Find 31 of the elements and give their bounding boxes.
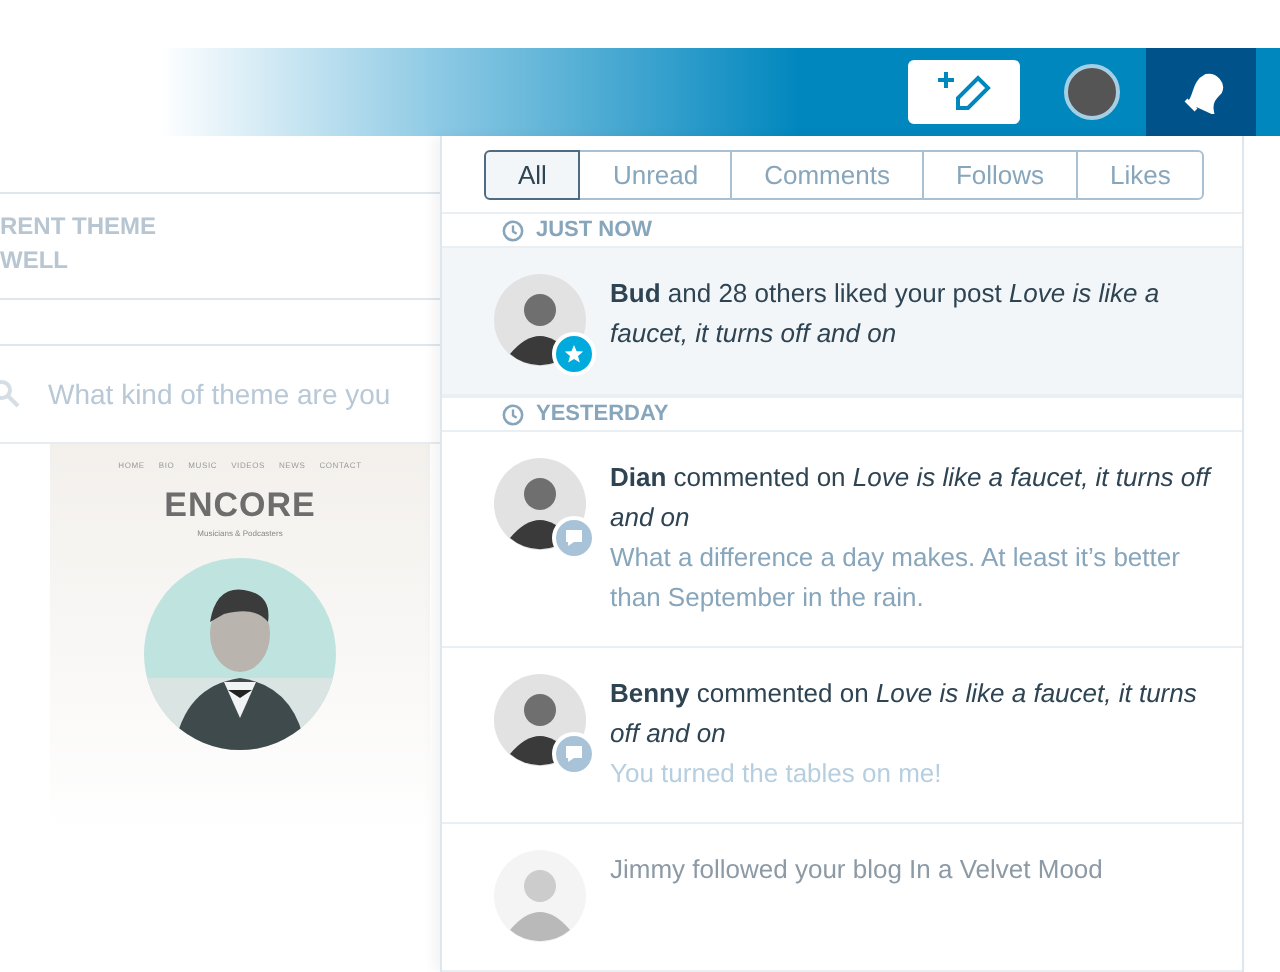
theme-label: RENT THEME <box>0 210 158 244</box>
user-avatar[interactable] <box>1064 64 1120 120</box>
write-button[interactable] <box>908 60 1020 124</box>
notification-row[interactable]: Bud and 28 others liked your post Love is like a faucet, it turns off and on <box>442 248 1242 396</box>
theme-label: WELL <box>0 244 70 278</box>
notification-text: Bud and 28 others liked your post Love is like a faucet, it turns off and on <box>610 276 1162 352</box>
filter-tab[interactable]: Comments <box>730 150 924 200</box>
section-heading: YESTERDAY <box>536 402 669 426</box>
theme-search-field[interactable]: What kind of theme are you <box>48 378 428 410</box>
filter-tab[interactable]: All <box>484 150 581 200</box>
notification-row[interactable]: Jimmy followed your blog In a Velvet Mood <box>442 824 1242 972</box>
notification-text: Dian commented on Love is like a faucet, it turns off and on <box>610 460 1214 536</box>
notification-text: Benny commented on Love is like a faucet, it turns off and on <box>610 676 1199 752</box>
filter-tab[interactable]: Unread <box>578 150 733 200</box>
notification-row[interactable]: Benny commented on Love is like a faucet, it turns off and on You turned the tables on me! <box>442 648 1242 824</box>
pencil-plus-icon <box>934 68 994 116</box>
filter-tab[interactable]: Likes <box>1076 150 1205 200</box>
text-field[interactable] <box>0 298 440 346</box>
user-avatar <box>494 850 586 942</box>
notification-row[interactable]: Dian commented on Love is like a faucet, it turns off and on What a difference a day makes. At least it’s better than September in the rain. <box>442 432 1242 648</box>
filter-tab[interactable]: Follows <box>921 150 1079 200</box>
star-badge-icon <box>552 332 596 376</box>
clock-icon <box>502 403 524 425</box>
section-heading: JUST NOW <box>536 218 653 242</box>
search-icon <box>0 380 20 408</box>
notification-text: Jimmy followed your blog In a Velvet Mood <box>610 852 1105 888</box>
comment-excerpt: You turned the tables on me! <box>610 756 944 792</box>
clock-icon <box>502 219 524 241</box>
comment-excerpt: What a difference a day makes. At least it’s better than September in the rain. <box>610 540 1182 616</box>
notifications-button[interactable] <box>1146 48 1256 136</box>
preview-title: ENCORE <box>164 486 316 526</box>
